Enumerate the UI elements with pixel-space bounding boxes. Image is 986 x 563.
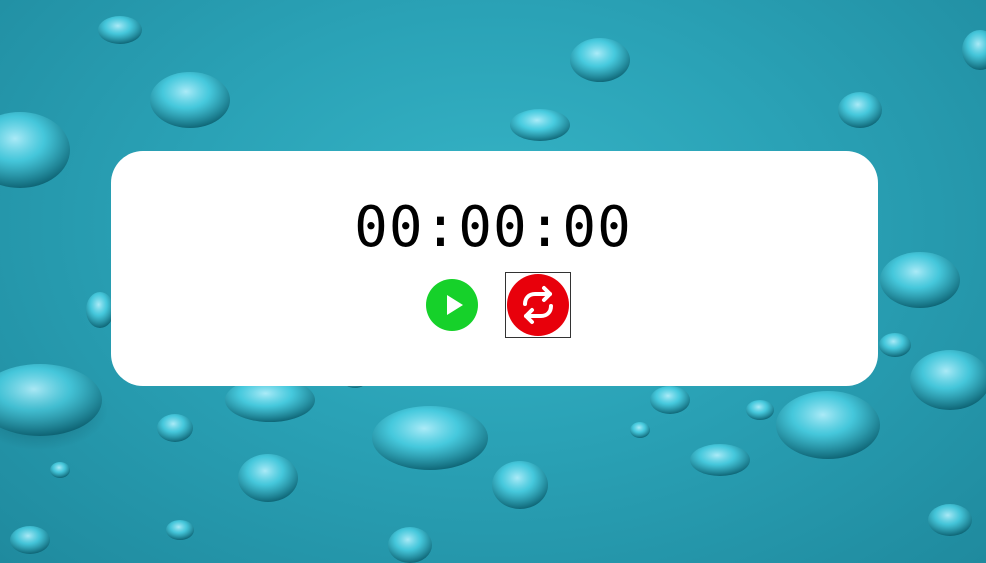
play-button[interactable] [426,279,478,331]
play-icon [426,279,478,331]
refresh-icon [507,274,569,336]
reset-button[interactable] [505,272,571,338]
stopwatch-card [111,151,878,386]
timer-display: 00:00:00 [354,195,632,260]
